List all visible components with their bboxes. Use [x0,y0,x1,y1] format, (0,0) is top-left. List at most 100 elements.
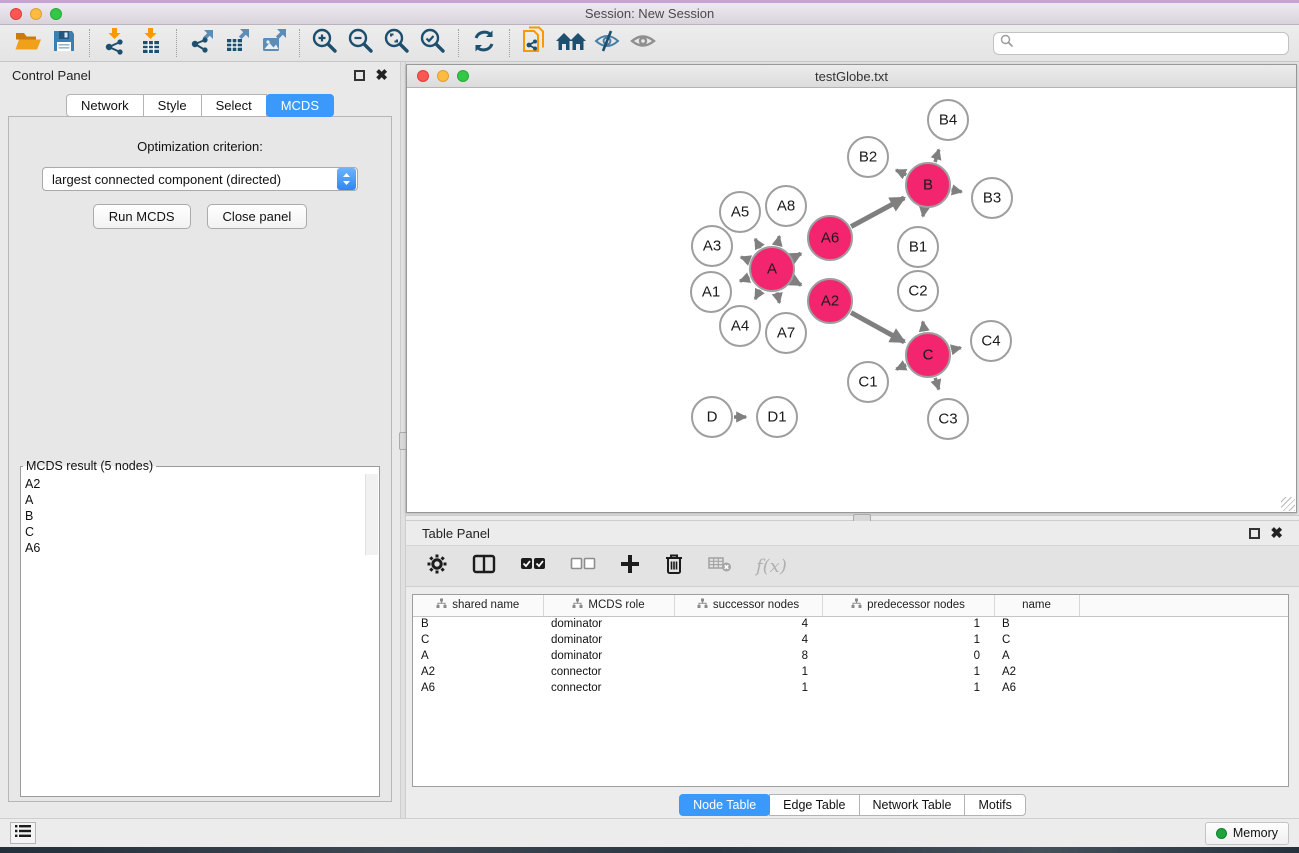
table-cell[interactable]: dominator [543,648,674,664]
result-list-scrollbar[interactable] [365,474,378,555]
run-mcds-button[interactable]: Run MCDS [93,204,191,229]
mcds-result-item[interactable]: A [25,492,379,508]
table-cell[interactable]: A [994,648,1079,664]
table-cell[interactable]: connector [543,664,674,680]
table-cell[interactable]: A [413,648,543,664]
memory-button[interactable]: Memory [1205,822,1289,845]
window-resize-grip[interactable] [1281,497,1295,511]
tab-select[interactable]: Select [201,94,267,117]
edge-C-C2[interactable] [923,322,925,332]
edge-A-A4[interactable] [755,290,760,299]
task-history-button[interactable] [10,822,36,844]
search-input[interactable] [1018,36,1282,50]
function-builder-button[interactable]: f(x) [756,556,787,577]
tab-mcds[interactable]: MCDS [266,94,334,117]
delete-column-button[interactable] [664,553,684,580]
hide-glass-button[interactable] [589,28,625,58]
search-field[interactable] [993,32,1289,55]
table-row[interactable]: Bdominator41B [413,616,1288,632]
float-panel-icon[interactable] [354,70,365,81]
home-button[interactable] [553,28,589,58]
column-header-MCDS-role[interactable]: MCDS role [543,595,674,616]
edge-B-B1[interactable] [923,209,924,217]
edge-A-A8[interactable] [777,236,779,245]
create-column-button[interactable] [620,554,640,579]
table-cell[interactable]: A6 [413,680,543,696]
mcds-result-item[interactable]: A2 [25,476,379,492]
table-cell[interactable]: A2 [994,664,1079,680]
edge-B-B2[interactable] [896,170,906,175]
close-panel-icon[interactable]: ✖ [375,70,388,81]
network-canvas[interactable]: B4B2BB3A5A8A6A3B1AA1C2A2A4A7C4CC1C3DD1 [407,88,1296,512]
criterion-dropdown[interactable]: largest connected component (directed) [42,167,358,191]
delete-table-button[interactable] [708,555,732,578]
table-cell[interactable]: connector [543,680,674,696]
save-session-button[interactable] [46,28,82,58]
table-settings-button[interactable] [426,553,448,580]
table-cell[interactable]: C [994,632,1079,648]
edge-A-A2[interactable] [793,281,801,285]
column-header-name[interactable]: name [994,595,1079,616]
show-columns-button[interactable] [472,554,496,579]
import-network-button[interactable] [97,28,133,58]
mcds-result-item[interactable]: A6 [25,540,379,556]
table-cell[interactable]: dominator [543,616,674,632]
new-network-button[interactable] [517,28,553,58]
edge-A-A5[interactable] [755,239,760,248]
table-cell[interactable]: B [994,616,1079,632]
network-close-button[interactable] [417,70,429,82]
zoom-fit-button[interactable] [379,28,415,58]
tab-network[interactable]: Network [66,94,144,117]
table-cell[interactable]: 1 [822,616,994,632]
table-cell[interactable]: 4 [674,616,822,632]
open-session-button[interactable] [10,28,46,58]
network-graph[interactable]: B4B2BB3A5A8A6A3B1AA1C2A2A4A7C4CC1C3DD1 [407,88,1296,512]
table-cell[interactable]: 1 [822,680,994,696]
edge-A-A3[interactable] [741,257,750,260]
column-header-predecessor-nodes[interactable]: predecessor nodes [822,595,994,616]
table-cell[interactable]: 1 [822,632,994,648]
table-cell[interactable]: 8 [674,648,822,664]
mcds-result-item[interactable]: B [25,508,379,524]
edge-A-A1[interactable] [740,277,750,281]
edge-A6-B[interactable] [851,198,904,227]
table-row[interactable]: Cdominator41C [413,632,1288,648]
edge-C-C4[interactable] [951,348,960,350]
table-cell[interactable]: 1 [674,680,822,696]
tab-network-table[interactable]: Network Table [859,794,966,816]
column-header-shared-name[interactable]: shared name [413,595,543,616]
export-table-button[interactable] [220,28,256,58]
network-minimize-button[interactable] [437,70,449,82]
table-cell[interactable]: A2 [413,664,543,680]
table-cell[interactable]: 1 [822,664,994,680]
float-panel-icon[interactable] [1249,528,1260,539]
edge-B-B4[interactable] [935,150,939,162]
table-cell[interactable]: 0 [822,648,994,664]
export-network-button[interactable] [184,28,220,58]
show-glass-button[interactable] [625,28,661,58]
zoom-in-button[interactable] [307,28,343,58]
tab-edge-table[interactable]: Edge Table [769,794,859,816]
tab-style[interactable]: Style [143,94,202,117]
edge-C-C3[interactable] [935,378,939,390]
export-image-button[interactable] [256,28,292,58]
table-row[interactable]: Adominator80A [413,648,1288,664]
zoom-out-button[interactable] [343,28,379,58]
table-cell[interactable]: A6 [994,680,1079,696]
table-row[interactable]: A6connector11A6 [413,680,1288,696]
edge-A-A7[interactable] [777,292,779,302]
edge-A2-C[interactable] [851,313,904,342]
tab-motifs[interactable]: Motifs [964,794,1025,816]
edge-C-C1[interactable] [896,365,906,369]
zoom-selected-button[interactable] [415,28,451,58]
table-cell[interactable]: dominator [543,632,674,648]
column-header-successor-nodes[interactable]: successor nodes [674,595,822,616]
mcds-result-item[interactable]: C [25,524,379,540]
edge-A-A6[interactable] [793,254,801,258]
table-cell[interactable]: C [413,632,543,648]
refresh-button[interactable] [466,28,502,58]
import-table-button[interactable] [133,28,169,58]
select-all-button[interactable] [520,556,546,577]
network-zoom-button[interactable] [457,70,469,82]
unselect-all-button[interactable] [570,556,596,577]
